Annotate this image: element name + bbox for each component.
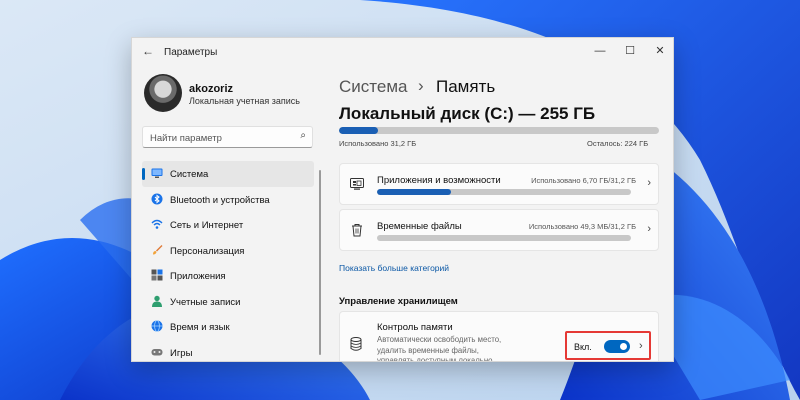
- sidebar-item-label: Приложения: [170, 271, 226, 282]
- chevron-right-icon[interactable]: ›: [639, 340, 643, 352]
- apps-icon: [151, 269, 163, 281]
- minimize-button[interactable]: —: [586, 42, 614, 60]
- sidebar-item-label: Учетные записи: [170, 296, 241, 308]
- user-name: akozoriz: [189, 83, 234, 95]
- wifi-icon: [151, 219, 163, 229]
- globe-icon: [151, 320, 163, 332]
- storage-sense-description: Автоматически освободить место, удалить …: [377, 335, 502, 362]
- search-icon[interactable]: ⌕: [300, 130, 306, 141]
- disk-usage-fill: [339, 127, 379, 134]
- storage-management-heading: Управление хранилищем: [339, 296, 458, 307]
- category-usage: Использовано 49,3 МБ/31,2 ГБ: [528, 222, 636, 231]
- sidebar-item-apps[interactable]: Приложения: [142, 263, 314, 289]
- category-temp-card[interactable]: Временные файлы Использовано 49,3 МБ/31,…: [339, 209, 659, 251]
- bluetooth-icon: [151, 193, 163, 204]
- window-title: Параметры: [164, 47, 218, 58]
- sidebar-item-bluetooth[interactable]: Bluetooth и устройства: [142, 187, 314, 213]
- monitor-icon: [151, 168, 163, 178]
- show-more-categories-link[interactable]: Показать больше категорий: [339, 263, 449, 273]
- sidebar-item-label: Сеть и Интернет: [170, 220, 244, 231]
- search-input[interactable]: [150, 131, 290, 145]
- category-usage-bar: [377, 235, 631, 241]
- sidebar-item-accounts[interactable]: Учетные записи: [142, 289, 314, 315]
- avatar[interactable]: [144, 74, 182, 112]
- breadcrumb-separator: ›: [418, 76, 424, 95]
- sidebar-item-label: Время и язык: [170, 322, 230, 333]
- sidebar-scrollbar[interactable]: [319, 170, 321, 355]
- trash-icon: [352, 224, 362, 237]
- sidebar-item-label: Игры: [170, 347, 193, 359]
- storage-sense-toggle-label: Вкл.: [574, 342, 592, 352]
- sidebar-item-label: Персонализация: [170, 245, 245, 257]
- storage-drive-icon: [350, 337, 362, 351]
- disk-free-label: Осталось: 224 ГБ: [587, 139, 649, 148]
- title-bar: ← Параметры — ☐ ✕: [132, 38, 673, 66]
- disk-used-label: Использовано 31,2 ГБ: [339, 139, 417, 148]
- sidebar-item-system[interactable]: Система: [142, 161, 314, 187]
- disk-title: Локальный диск (C:) — 255 ГБ: [339, 104, 596, 123]
- chevron-right-icon: ›: [647, 223, 651, 235]
- category-usage-fill: [377, 189, 451, 195]
- sidebar-nav: Система Bluetooth и устройства Сеть и Ин…: [142, 161, 314, 362]
- storage-sense-title: Контроль памяти: [377, 322, 453, 333]
- disk-usage-bar: [339, 127, 659, 134]
- brush-icon: [153, 244, 163, 254]
- sidebar-item-personalization[interactable]: Персонализация: [142, 238, 314, 264]
- chevron-right-icon: ›: [647, 177, 651, 189]
- toggle-knob: [620, 343, 627, 350]
- category-usage: Использовано 6,70 ГБ/31,2 ГБ: [531, 176, 636, 185]
- sidebar-item-network[interactable]: Сеть и Интернет: [142, 212, 314, 238]
- storage-sense-toggle[interactable]: [604, 340, 630, 353]
- category-usage-bar: [377, 189, 631, 195]
- apps-features-icon: [350, 178, 364, 190]
- sidebar-item-gaming[interactable]: Игры: [142, 340, 314, 362]
- sidebar-item-label: Система: [170, 169, 209, 180]
- category-title: Временные файлы: [377, 221, 462, 232]
- search-box: ⌕: [142, 126, 313, 148]
- sidebar-item-label: Bluetooth и устройства: [170, 194, 270, 206]
- account-type: Локальная учетная запись: [189, 96, 300, 106]
- maximize-button[interactable]: ☐: [616, 42, 644, 60]
- gamepad-icon: [151, 348, 163, 355]
- close-button[interactable]: ✕: [646, 42, 673, 60]
- person-icon: [152, 295, 162, 307]
- back-button[interactable]: ←: [142, 44, 154, 58]
- breadcrumb-parent[interactable]: Система: [339, 77, 407, 97]
- sidebar-item-time-language[interactable]: Время и язык: [142, 314, 314, 340]
- settings-window: ← Параметры — ☐ ✕ akozoriz Локальная уче…: [131, 37, 674, 362]
- category-apps-card[interactable]: Приложения и возможности Использовано 6,…: [339, 163, 659, 205]
- page-title: Память: [436, 77, 496, 96]
- category-title: Приложения и возможности: [377, 175, 501, 186]
